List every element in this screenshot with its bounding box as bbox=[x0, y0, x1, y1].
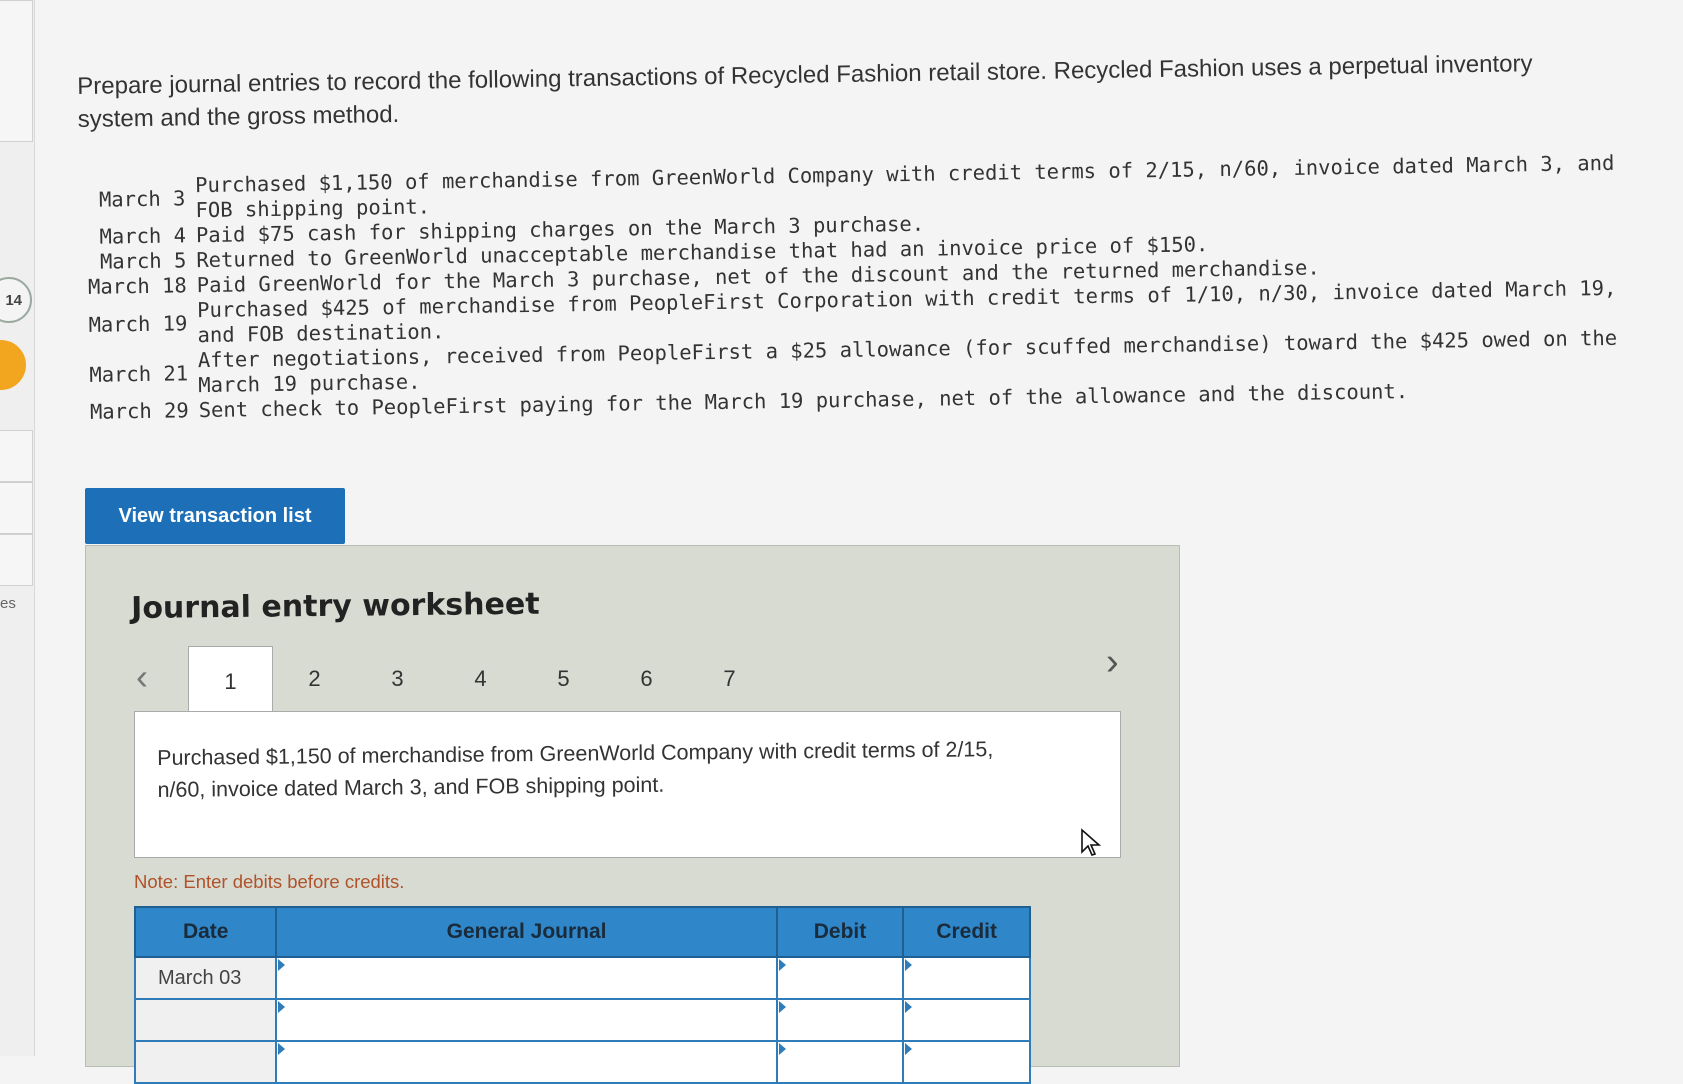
dropdown-marker-icon bbox=[778, 1001, 786, 1013]
account-input[interactable] bbox=[275, 998, 778, 1042]
dropdown-marker-icon bbox=[278, 1001, 286, 1013]
transaction-date: March 5 bbox=[99, 248, 187, 274]
question-number-badge[interactable]: 14 bbox=[0, 277, 32, 323]
date-cell[interactable] bbox=[133, 1040, 278, 1084]
dropdown-marker-icon bbox=[905, 959, 913, 971]
chevron-right-icon[interactable]: › bbox=[1106, 641, 1119, 684]
table-row bbox=[133, 998, 1031, 1042]
date-cell[interactable] bbox=[133, 998, 278, 1042]
dropdown-marker-icon bbox=[778, 959, 786, 971]
transaction-panel: Purchased $1,150 of merchandise from Gre… bbox=[134, 711, 1121, 858]
tab-5[interactable]: 5 bbox=[522, 646, 605, 712]
worksheet-tabs: 1 2 3 4 5 6 7 bbox=[188, 646, 771, 717]
transaction-date: March 18 bbox=[87, 273, 187, 299]
transaction-detail: Purchased $1,150 of merchandise from Gre… bbox=[157, 737, 994, 802]
dropdown-marker-icon bbox=[905, 1043, 913, 1055]
view-transaction-list-button[interactable]: View transaction list bbox=[85, 488, 345, 544]
rail-panel bbox=[0, 534, 33, 586]
dropdown-marker-icon bbox=[278, 959, 286, 971]
rail-panel bbox=[0, 482, 33, 534]
mouse-pointer-icon bbox=[1081, 828, 1102, 856]
tab-4[interactable]: 4 bbox=[439, 646, 522, 712]
left-rail: 14 es bbox=[0, 0, 35, 1056]
note-text: Note: Enter debits before credits. bbox=[134, 871, 405, 892]
dropdown-marker-icon bbox=[278, 1043, 286, 1055]
transaction-date: March 29 bbox=[89, 398, 189, 424]
account-input[interactable] bbox=[275, 1040, 778, 1084]
instructions-text: Prepare journal entries to record the fo… bbox=[77, 50, 1533, 133]
column-header-credit: Credit bbox=[902, 906, 1031, 958]
worksheet-title: Journal entry worksheet bbox=[131, 586, 540, 626]
transaction-date: March 3 bbox=[98, 185, 186, 212]
progress-dot bbox=[0, 340, 26, 390]
column-header-date: Date bbox=[133, 906, 278, 958]
date-cell[interactable]: March 03 bbox=[133, 956, 278, 1000]
dropdown-marker-icon bbox=[905, 1001, 913, 1013]
account-input[interactable] bbox=[275, 956, 778, 1000]
transaction-list: March 3 Purchased $1,150 of merchandise … bbox=[77, 151, 1621, 425]
credit-input[interactable] bbox=[902, 1040, 1031, 1084]
column-header-debit: Debit bbox=[775, 906, 905, 958]
credit-input[interactable] bbox=[902, 998, 1031, 1042]
general-journal-table: Date General Journal Debit Credit March … bbox=[133, 906, 1031, 1084]
transaction-date: March 4 bbox=[99, 223, 187, 249]
tab-2[interactable]: 2 bbox=[273, 646, 356, 712]
column-header-general-journal: General Journal bbox=[275, 906, 778, 958]
rail-panel bbox=[0, 430, 33, 482]
tab-7[interactable]: 7 bbox=[688, 646, 771, 712]
debit-input[interactable] bbox=[775, 956, 905, 1000]
debit-input[interactable] bbox=[775, 1040, 905, 1084]
dropdown-marker-icon bbox=[778, 1043, 786, 1055]
credit-input[interactable] bbox=[902, 956, 1031, 1000]
debit-input[interactable] bbox=[775, 998, 905, 1042]
rail-label: es bbox=[0, 595, 16, 612]
table-row: March 03 bbox=[133, 956, 1031, 1000]
transaction-date: March 21 bbox=[89, 360, 189, 387]
journal-entry-worksheet: Journal entry worksheet ‹ 1 2 3 4 5 6 7 … bbox=[85, 545, 1180, 1084]
tab-1[interactable]: 1 bbox=[188, 646, 273, 717]
rail-panel bbox=[0, 0, 33, 142]
tab-6[interactable]: 6 bbox=[605, 646, 688, 712]
transaction-date: March 19 bbox=[88, 310, 188, 337]
table-row bbox=[133, 1040, 1031, 1084]
chevron-left-icon[interactable]: ‹ bbox=[136, 656, 148, 698]
tab-3[interactable]: 3 bbox=[356, 646, 439, 712]
